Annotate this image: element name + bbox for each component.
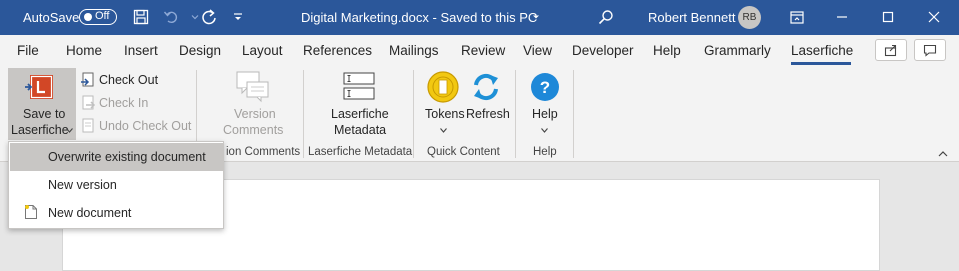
menu-item-overwrite-existing[interactable]: Overwrite existing document [10,143,223,171]
user-name[interactable]: Robert Bennett [648,10,735,25]
tab-help[interactable]: Help [653,43,681,58]
version-comments-icon [236,71,269,103]
avatar[interactable]: RB [738,6,761,29]
menu-item-label: New version [48,178,117,192]
title-bar: AutoSave Off Digital Marketing.docx - Sa… [0,0,959,35]
tab-references[interactable]: References [303,43,372,58]
minimize-icon[interactable] [832,7,852,27]
tab-view[interactable]: View [523,43,552,58]
menu-item-label: Overwrite existing document [48,150,206,164]
check-out-button[interactable]: Check Out [99,73,158,87]
group-separator [515,70,516,158]
tab-insert[interactable]: Insert [124,43,158,58]
autosave-label: AutoSave [23,10,80,25]
help-button[interactable]: Help [532,107,558,121]
customize-toolbar-icon[interactable] [228,7,248,27]
maximize-icon[interactable] [878,7,898,27]
comment-icon [923,44,937,57]
tab-laserfiche[interactable]: Laserfiche [791,43,853,58]
autosave-toggle[interactable]: Off [79,9,117,25]
redo-icon[interactable] [199,7,219,27]
toggle-knob [84,13,92,21]
save-to-laserfiche-menu: Overwrite existing document New version … [8,141,224,229]
save-icon[interactable] [131,7,151,27]
share-icon [884,44,897,57]
laserfiche-metadata-button[interactable]: Laserfiche [331,107,389,121]
svg-text:?: ? [540,78,550,97]
undo-check-out-icon [82,118,94,133]
menu-item-new-version[interactable]: New version [10,171,223,199]
undo-check-out-button[interactable]: Undo Check Out [99,119,191,133]
group-label-quick-content: Quick Content [427,146,500,158]
check-in-icon [82,95,96,110]
tokens-button[interactable]: Tokens [425,107,465,121]
tokens-icon [427,71,459,103]
chevron-down-icon[interactable] [526,7,546,27]
tab-design[interactable]: Design [179,43,221,58]
chevron-down-icon [66,128,73,133]
autosave-state: Off [95,10,110,22]
save-to-label: Save to [23,107,66,121]
help-icon: ? [531,73,559,101]
tab-home[interactable]: Home [66,43,102,58]
document-title[interactable]: Digital Marketing.docx - Saved to this P… [301,10,537,25]
chevron-down-icon [541,128,548,133]
group-label-laserfiche-metadata: Laserfiche Metadata [308,146,413,158]
metadata-icon [343,72,375,100]
new-document-icon [25,205,37,219]
tab-file[interactable]: File [17,43,39,58]
ribbon-tabs: File Home Insert Design Layout Reference… [0,35,959,65]
version-comments-button[interactable]: Version [234,107,276,121]
laserfiche-label: Laserfiche [11,123,69,137]
refresh-button[interactable]: Refresh [466,107,510,121]
tab-review[interactable]: Review [461,43,505,58]
comments-button[interactable] [914,39,946,61]
version-comments-label-2: Comments [223,123,284,137]
check-in-button[interactable]: Check In [99,96,148,110]
collapse-ribbon-icon[interactable] [938,150,948,157]
laserfiche-metadata-label-2: Metadata [334,123,387,137]
group-separator [413,70,414,158]
tab-developer[interactable]: Developer [572,43,634,58]
group-label-version-comments: ion Comments [226,146,301,158]
refresh-icon [474,73,498,101]
search-icon[interactable] [596,7,616,27]
group-separator [303,70,304,158]
undo-icon[interactable] [161,7,181,27]
share-button[interactable] [875,39,907,61]
menu-item-new-document[interactable]: New document [10,199,223,227]
close-icon[interactable] [924,7,944,27]
ribbon-display-options-icon[interactable] [787,7,807,27]
tab-grammarly[interactable]: Grammarly [704,43,771,58]
chevron-down-icon [440,128,447,133]
menu-item-label: New document [48,206,132,220]
group-separator [573,70,574,158]
tab-mailings[interactable]: Mailings [389,43,439,58]
tab-layout[interactable]: Layout [242,43,283,58]
check-out-icon [81,72,94,87]
laserfiche-save-icon [25,75,53,99]
group-label-help: Help [533,146,557,158]
